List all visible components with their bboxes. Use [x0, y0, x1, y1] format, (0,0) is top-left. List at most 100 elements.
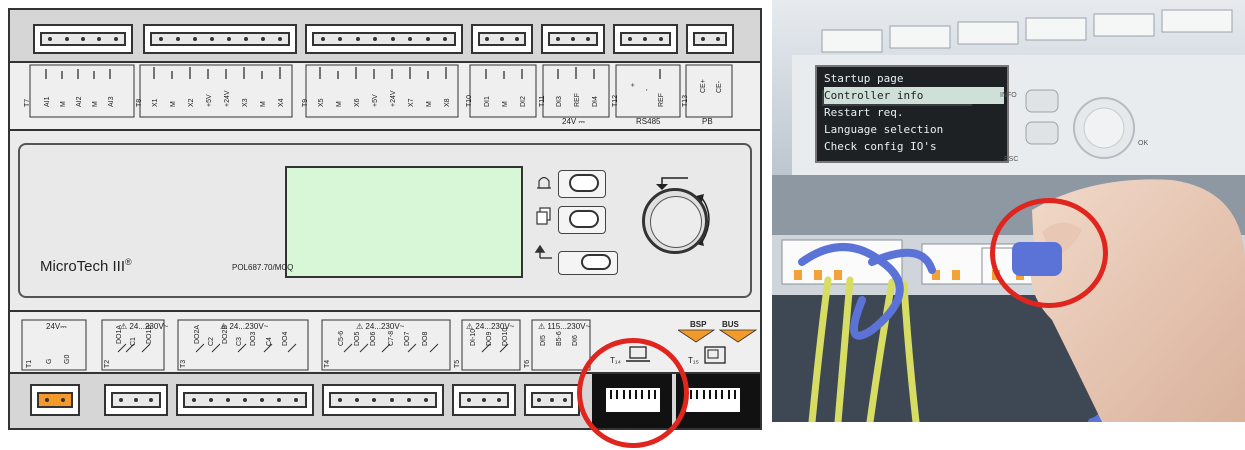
warning-label-t2: ⚠ 24...230V~: [120, 322, 169, 331]
term-24v: +24V: [390, 90, 397, 107]
term-x6: X6: [354, 98, 361, 107]
term-t6: T6: [524, 359, 531, 368]
warning-label-t6: ⚠ 115...230V~: [538, 322, 591, 331]
term-x1: X1: [152, 98, 159, 107]
connector-t6: [524, 384, 580, 416]
photo-scene: [772, 0, 1245, 422]
term-ref: REF: [574, 93, 581, 107]
term-do5: DO5: [354, 331, 361, 346]
term-do8: DO8: [422, 331, 429, 346]
term-x8: X8: [444, 98, 451, 107]
back-button[interactable]: [558, 251, 618, 275]
connector-t12: [613, 24, 678, 54]
term-c2: C2: [208, 337, 215, 346]
ok-knob-label: OK: [1138, 140, 1149, 147]
menu-button[interactable]: [558, 206, 606, 234]
t13-group-label: PB: [702, 117, 713, 126]
connector-t13: [686, 24, 734, 54]
term-t1: T1: [26, 359, 33, 368]
brand-label: MicroTech III®: [40, 257, 132, 275]
ethernet-port-hmi[interactable]: [676, 374, 760, 428]
power-connector: [30, 384, 80, 416]
term-t11: T11: [539, 95, 546, 107]
term-di2: DI2: [520, 96, 527, 107]
term-do7: DO7: [404, 331, 411, 346]
term-ce-minus: CE-: [716, 80, 723, 93]
status-leds: [678, 329, 758, 343]
term-di3: DI3: [556, 96, 563, 107]
back-enter-icon: [534, 244, 552, 259]
esc-button-label: ESC: [1004, 156, 1019, 163]
term-g0: G0: [64, 354, 71, 364]
term-ref: REF: [658, 93, 665, 107]
term-t10: T10: [466, 94, 473, 107]
highlight-circle-cable: [990, 198, 1108, 308]
term-c7-8: C7-8: [388, 330, 395, 346]
term-m: M: [260, 101, 267, 107]
term-t3: T3: [180, 359, 187, 368]
term-minus: -: [644, 88, 651, 91]
term-m: M: [170, 101, 177, 107]
controller-diagram: T7 AI1 M AI2 M AI3 T8 X1 M X2 +5V +24V X…: [0, 0, 770, 450]
lcd-line: Check config IO's: [824, 140, 937, 153]
term-t7: T7: [24, 98, 31, 107]
term-di1: DI1: [484, 96, 491, 107]
connector-t3: [176, 384, 314, 416]
term-t13: T13: [682, 94, 689, 107]
info-button-label: INFO: [1000, 92, 1017, 99]
term-m: M: [60, 101, 67, 107]
button-icons: [534, 176, 552, 259]
term-c1: C1: [130, 337, 137, 346]
highlight-circle-port: [577, 338, 689, 448]
term-24v: +24V: [224, 90, 231, 107]
term-x4: X4: [278, 98, 285, 107]
pages-icon: [536, 207, 551, 225]
alarm-button[interactable]: [558, 170, 606, 198]
term-x2: X2: [188, 98, 195, 107]
term-di6: DI6: [572, 335, 579, 346]
term-ce-plus: CE+: [700, 79, 707, 93]
term-t2: T2: [104, 359, 111, 368]
connector-t9: [305, 24, 463, 54]
term-do6: DO6: [370, 331, 377, 346]
connector-t10: [471, 24, 533, 54]
term-plus: +: [630, 82, 637, 87]
warning-label-t4: ⚠ 24...230V~: [356, 322, 405, 331]
term-ai3: AI3: [108, 96, 115, 107]
term-x7: X7: [408, 98, 415, 107]
term-c4: C4: [266, 337, 273, 346]
term-c5-6: C5-6: [338, 330, 345, 346]
t11-group-label: 24V ⎓: [562, 117, 585, 126]
connector-t4: [322, 384, 444, 416]
term-x3: X3: [242, 98, 249, 107]
term-di5: DI5: [540, 335, 547, 346]
hmi-terminal-icon: [704, 346, 726, 364]
warning-label-t3: ⚠ 24...230V~: [220, 322, 269, 331]
connector-t7: [33, 24, 133, 54]
lcd-display: [285, 166, 523, 278]
term-do9: DO9: [486, 331, 493, 346]
term-di-10: DI-10: [470, 328, 477, 346]
term-ai2: AI2: [76, 96, 83, 107]
lcd-line-selected: Controller info: [824, 87, 1004, 104]
term-do3: DO3: [250, 331, 257, 346]
t12-group-label: RS485: [636, 117, 661, 126]
warning-label-t5: ⚠ 24...230V~: [466, 322, 515, 331]
connector-t5: [452, 384, 516, 416]
connector-t11: [541, 24, 605, 54]
photo-connection: Startup page Controller info Restart req…: [772, 0, 1245, 422]
term-t9: T9: [302, 98, 309, 107]
hmi-port-label: T₁₅: [688, 356, 699, 365]
term-di4: DI4: [592, 96, 599, 107]
term-t5: T5: [454, 359, 461, 368]
lcd-line: Restart req.: [824, 106, 904, 119]
push-roll-knob[interactable]: [642, 188, 708, 254]
bell-icon: [537, 176, 551, 189]
term-m: M: [92, 101, 99, 107]
term-m: M: [502, 101, 509, 107]
power-label: 24V⎓: [46, 322, 67, 331]
term-t4: T4: [324, 359, 331, 368]
top-terminal-labels: T7 AI1 M AI2 M AI3 T8 X1 M X2 +5V +24V X…: [8, 63, 762, 131]
term-t8: T8: [136, 98, 143, 107]
model-label: POL687.70/MCQ: [232, 263, 294, 272]
